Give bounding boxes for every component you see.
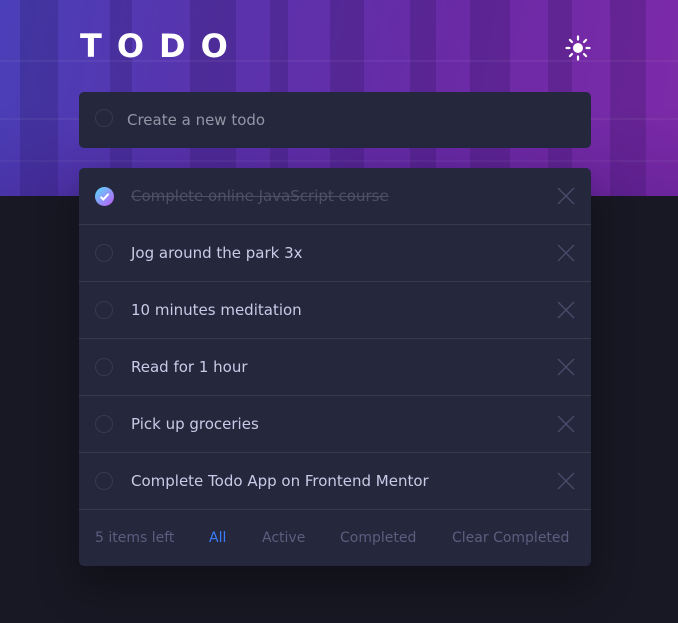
close-icon — [557, 358, 575, 376]
todo-checkbox[interactable] — [95, 244, 113, 262]
todo-checkbox[interactable] — [95, 472, 113, 490]
todo-item: Jog around the park 3x — [79, 225, 591, 282]
app-title: TODO — [80, 27, 243, 65]
todo-text[interactable]: Jog around the park 3x — [131, 225, 303, 281]
todo-item: Pick up groceries — [79, 396, 591, 453]
todo-checkbox[interactable] — [95, 358, 113, 376]
new-todo-input[interactable] — [127, 92, 567, 148]
items-left-count: 5 items left — [95, 530, 175, 546]
close-icon — [557, 301, 575, 319]
todo-item: Read for 1 hour — [79, 339, 591, 396]
filter-completed-button[interactable]: Completed — [340, 510, 416, 566]
new-todo-bar — [79, 92, 591, 148]
delete-todo-button[interactable] — [557, 358, 575, 376]
todo-checkbox-checked[interactable] — [95, 187, 114, 206]
filter-active-button[interactable]: Active — [262, 510, 305, 566]
todo-text[interactable]: Pick up groceries — [131, 396, 259, 452]
todo-text[interactable]: Read for 1 hour — [131, 339, 248, 395]
theme-toggle-button[interactable] — [564, 34, 592, 62]
new-todo-circle-icon — [95, 109, 113, 127]
clear-completed-button[interactable]: Clear Completed — [452, 510, 569, 566]
close-icon — [557, 415, 575, 433]
todo-item: Complete online JavaScript course — [79, 168, 591, 225]
todo-item: Complete Todo App on Frontend Mentor — [79, 453, 591, 510]
todo-text[interactable]: Complete online JavaScript course — [131, 168, 389, 224]
sun-icon — [565, 35, 591, 61]
todo-text[interactable]: 10 minutes meditation — [131, 282, 302, 338]
delete-todo-button[interactable] — [557, 415, 575, 433]
delete-todo-button[interactable] — [557, 472, 575, 490]
todo-checkbox[interactable] — [95, 415, 113, 433]
delete-todo-button[interactable] — [557, 301, 575, 319]
close-icon — [557, 472, 575, 490]
todo-checkbox[interactable] — [95, 301, 113, 319]
close-icon — [557, 187, 575, 205]
filter-all-button[interactable]: All — [209, 510, 226, 566]
close-icon — [557, 244, 575, 262]
list-footer: 5 items left All Active Completed Clear … — [79, 510, 591, 566]
delete-todo-button[interactable] — [557, 244, 575, 262]
todo-item: 10 minutes meditation — [79, 282, 591, 339]
todo-list: Complete online JavaScript course Jog ar… — [79, 168, 591, 566]
delete-todo-button[interactable] — [557, 187, 575, 205]
checkmark-icon — [99, 193, 110, 201]
todo-text[interactable]: Complete Todo App on Frontend Mentor — [131, 453, 429, 509]
